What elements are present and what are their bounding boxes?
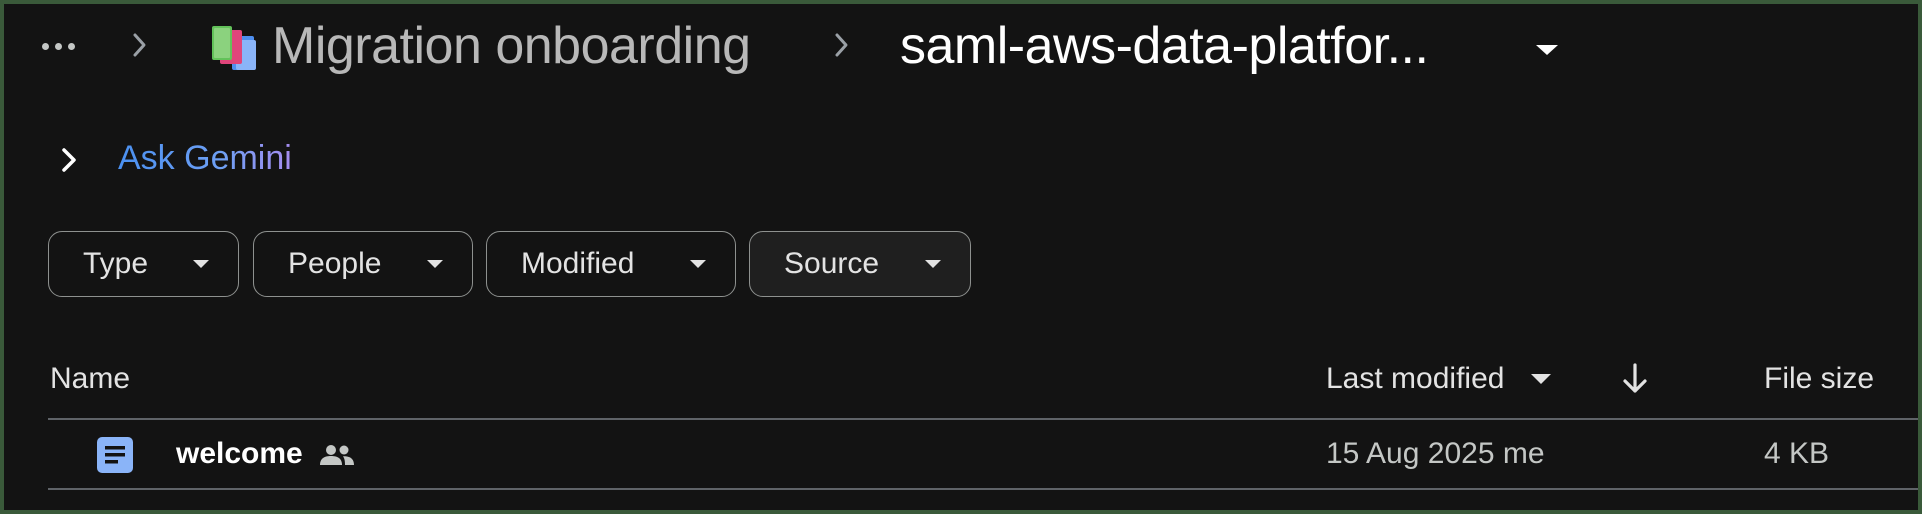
table-row[interactable]: welcome 15 Aug 2025 me 4 KB bbox=[48, 420, 1918, 488]
dropdown-arrow-icon[interactable] bbox=[1530, 373, 1552, 385]
filter-modified-label: Modified bbox=[521, 247, 635, 280]
filter-type-chip[interactable]: Type bbox=[48, 231, 239, 297]
chevron-right-icon bbox=[832, 30, 852, 60]
filter-people-label: People bbox=[288, 247, 382, 280]
breadcrumb-item-current-folder[interactable]: saml-aws-data-platfor... bbox=[900, 16, 1429, 76]
ask-gemini-label[interactable]: Ask Gemini bbox=[118, 138, 292, 178]
file-size: 4 KB bbox=[1764, 437, 1830, 470]
breadcrumb: Migration onboarding saml-aws-data-platf… bbox=[4, 4, 1918, 94]
dropdown-arrow-icon bbox=[925, 260, 941, 268]
folder-menu-dropdown-icon[interactable] bbox=[1532, 40, 1562, 60]
breadcrumb-item-migration-onboarding[interactable]: Migration onboarding bbox=[272, 16, 751, 76]
row-divider bbox=[48, 488, 1918, 490]
google-docs-icon bbox=[97, 437, 133, 473]
more-horiz-icon[interactable] bbox=[42, 38, 86, 54]
filter-type-label: Type bbox=[83, 247, 149, 280]
file-last-modified: 15 Aug 2025 me bbox=[1326, 437, 1545, 470]
file-name[interactable]: welcome bbox=[176, 434, 303, 474]
column-header-file-size[interactable]: File size bbox=[1764, 359, 1874, 399]
shared-people-icon bbox=[320, 445, 354, 465]
filter-people-chip[interactable]: People bbox=[253, 231, 473, 297]
filter-source-chip[interactable]: Source bbox=[749, 231, 971, 297]
drive-window: Migration onboarding saml-aws-data-platf… bbox=[4, 4, 1918, 510]
chevron-right-icon[interactable] bbox=[58, 146, 80, 174]
shared-drive-books-icon bbox=[210, 24, 264, 74]
dropdown-arrow-icon bbox=[427, 260, 443, 268]
column-header-name[interactable]: Name bbox=[50, 359, 130, 399]
filter-source-label: Source bbox=[784, 247, 880, 280]
dropdown-arrow-icon bbox=[193, 260, 209, 268]
sort-direction-arrow-icon[interactable] bbox=[1620, 362, 1650, 396]
filter-modified-chip[interactable]: Modified bbox=[486, 231, 736, 297]
column-header-last-modified[interactable]: Last modified bbox=[1326, 359, 1504, 399]
dropdown-arrow-icon bbox=[690, 260, 706, 268]
chevron-right-icon bbox=[130, 30, 150, 60]
